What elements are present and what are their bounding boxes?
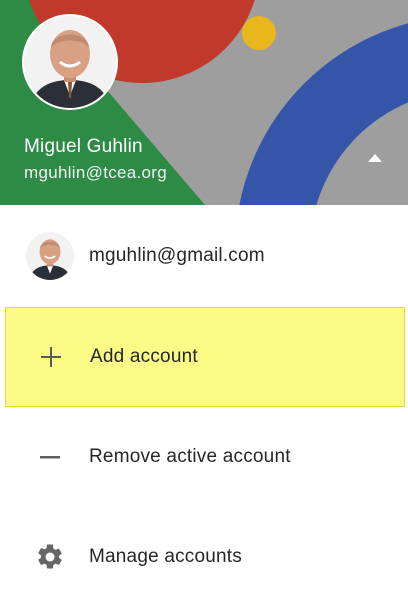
account-avatar-slot	[26, 232, 74, 280]
add-account-button[interactable]: Add account	[5, 307, 405, 407]
account-list-toggle[interactable]	[360, 148, 390, 168]
profile-photo	[24, 16, 116, 108]
active-account-avatar[interactable]	[22, 14, 118, 110]
account-menu: mguhlin@gmail.com Add account Remove act…	[0, 205, 408, 607]
triangle-up-icon	[368, 149, 382, 167]
profile-photo-small	[26, 232, 74, 280]
active-account-name: Miguel Guhlin	[24, 136, 143, 157]
account-header: Miguel Guhlin mguhlin@tcea.org	[0, 0, 408, 205]
remove-account-button[interactable]: Remove active account	[0, 407, 408, 507]
account-item[interactable]: mguhlin@gmail.com	[0, 205, 408, 307]
minus-icon	[26, 433, 74, 481]
plus-icon	[27, 333, 75, 381]
manage-accounts-label: Manage accounts	[89, 546, 242, 567]
manage-accounts-button[interactable]: Manage accounts	[0, 507, 408, 607]
account-email: mguhlin@gmail.com	[89, 245, 265, 266]
account-avatar	[26, 232, 74, 280]
add-account-label: Add account	[90, 346, 198, 367]
remove-account-label: Remove active account	[89, 446, 291, 467]
active-account-email: mguhlin@tcea.org	[24, 163, 168, 182]
gear-icon	[26, 533, 74, 581]
